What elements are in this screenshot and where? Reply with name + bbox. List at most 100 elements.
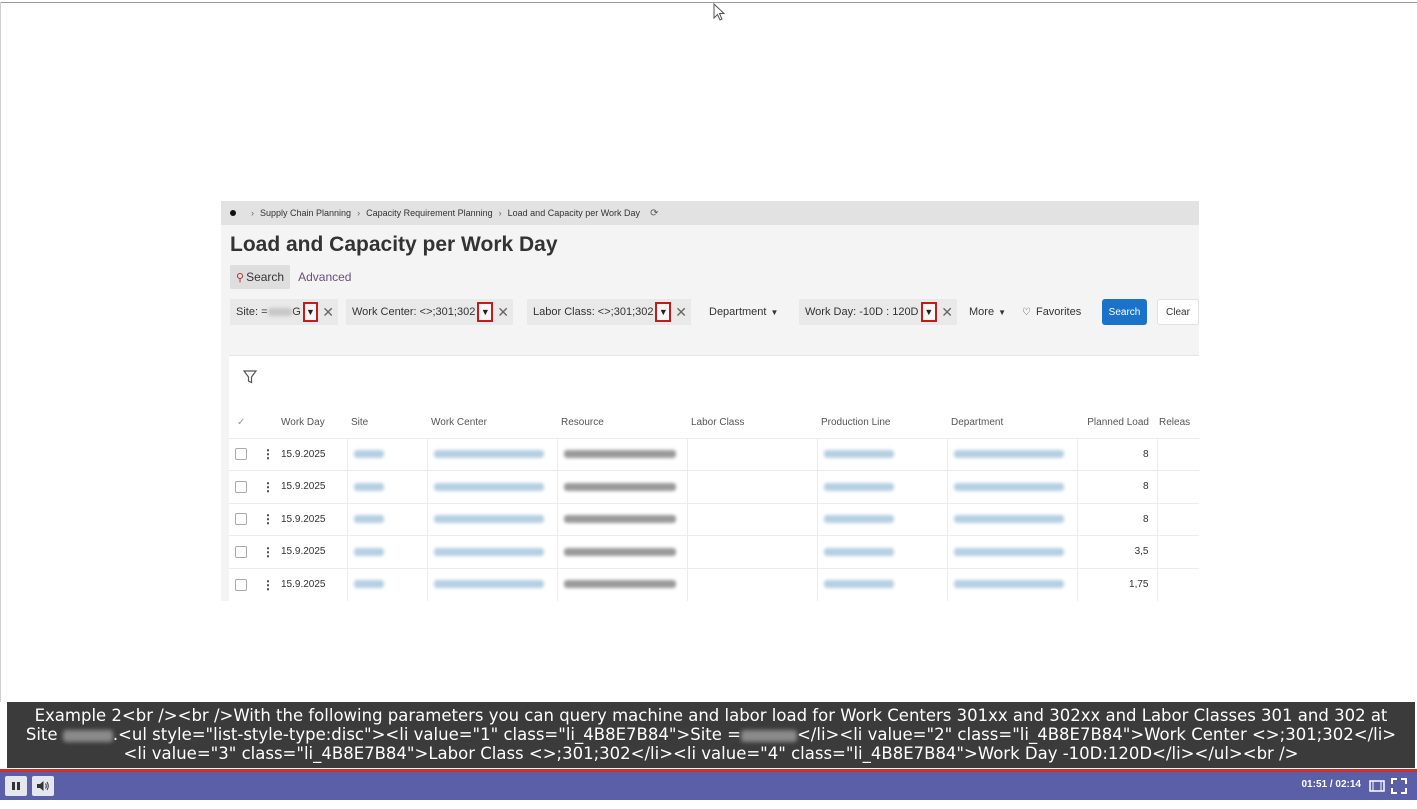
close-icon[interactable]: ✕ (322, 304, 334, 321)
redacted-work-center[interactable] (433, 482, 544, 491)
cell-work-day: 15.9.2025 (281, 567, 347, 601)
row-checkbox[interactable] (235, 545, 247, 558)
table-header: ✓ Work Day Site Work Center Resource Lab… (229, 408, 1199, 438)
redacted-work-center[interactable] (433, 580, 544, 589)
redacted-site[interactable] (353, 580, 384, 589)
volume-icon[interactable] (32, 776, 54, 796)
redacted-production-line[interactable] (823, 547, 894, 556)
row-checkbox[interactable] (235, 513, 247, 526)
redacted-site-caption (740, 729, 797, 742)
player-controls: 01:51 / 02:14 (0, 772, 1417, 800)
labor-class-dropdown-toggle[interactable]: ▼ (655, 302, 672, 322)
close-icon[interactable]: ✕ (941, 304, 953, 321)
theater-mode-icon[interactable] (1369, 778, 1385, 794)
table-row[interactable]: ⋮ 15.9.2025 8 (229, 502, 1199, 536)
work-day-dropdown-toggle[interactable]: ▼ (920, 302, 938, 322)
cell-planned-load: 8 (1076, 470, 1157, 503)
filter-icon[interactable] (243, 370, 257, 384)
video-player-page: › Supply Chain Planning › Capacity Requi… (0, 0, 1417, 809)
close-icon[interactable]: ✕ (497, 304, 509, 321)
table-row[interactable]: ⋮ 15.9.2025 8 (229, 470, 1199, 503)
column-header[interactable]: Work Day (281, 408, 347, 438)
site-dropdown-toggle[interactable]: ▼ (302, 302, 319, 322)
redacted-department[interactable] (953, 482, 1064, 491)
site-filter-chip[interactable]: Site: = G ▼ ✕ (230, 299, 338, 325)
column-header[interactable]: Labor Class (687, 408, 817, 438)
department-filter[interactable]: Department ▼ (709, 299, 778, 325)
chevron-down-icon: ▼ (924, 307, 934, 317)
chevron-down-icon: ▼ (480, 307, 490, 317)
redacted-production-line[interactable] (823, 515, 894, 524)
cell-labor-class (686, 470, 817, 503)
redacted-department[interactable] (953, 450, 1064, 459)
breadcrumb-item-current: Load and Capacity per Work Day (507, 208, 641, 218)
redacted-production-line[interactable] (823, 450, 894, 459)
more-filter[interactable]: More ▼ (969, 299, 1006, 325)
tab-advanced[interactable]: Advanced (298, 270, 351, 284)
column-header[interactable]: Production Line (817, 408, 947, 438)
breadcrumb-item-supply-chain[interactable]: Supply Chain Planning (260, 208, 351, 218)
redacted-resource (563, 482, 676, 491)
table-row[interactable]: ⋮ 15.9.2025 8 (229, 437, 1199, 471)
row-menu-icon[interactable]: ⋮ (262, 480, 274, 494)
breadcrumb-item-crp[interactable]: Capacity Requirement Planning (366, 208, 493, 218)
table-row[interactable]: ⋮ 15.9.2025 1,75 (229, 567, 1199, 601)
tab-search[interactable]: ⚲ Search (230, 265, 291, 289)
table-row[interactable]: ⋮ 15.9.2025 3,5 (229, 535, 1199, 568)
fullscreen-icon[interactable] (1391, 778, 1407, 794)
redacted-production-line[interactable] (823, 580, 894, 589)
cell-labor-class (686, 535, 817, 568)
row-menu-icon[interactable]: ⋮ (262, 545, 274, 559)
cell-labor-class (686, 437, 817, 471)
redacted-site (267, 308, 293, 316)
work-day-filter-chip[interactable]: Work Day: -10D : 120D ▼ ✕ (799, 299, 957, 325)
column-header[interactable]: Releas (1157, 408, 1199, 438)
redacted-department[interactable] (953, 515, 1064, 524)
redacted-resource (563, 515, 676, 524)
row-checkbox[interactable] (235, 578, 247, 591)
redacted-site[interactable] (353, 450, 384, 459)
row-checkbox[interactable] (235, 448, 247, 461)
close-icon[interactable]: ✕ (675, 304, 687, 321)
redacted-work-center[interactable] (433, 515, 544, 524)
redacted-work-center[interactable] (433, 547, 544, 556)
redacted-department[interactable] (953, 547, 1064, 556)
chevron-down-icon: ▼ (306, 307, 315, 317)
page-title: Load and Capacity per Work Day (230, 233, 558, 256)
work-center-filter-chip[interactable]: Work Center: <>;301;302 ▼ ✕ (346, 299, 513, 325)
favorites-button[interactable]: ♡ Favorites (1022, 299, 1081, 325)
row-menu-icon[interactable]: ⋮ (262, 578, 274, 592)
redacted-department[interactable] (953, 580, 1064, 589)
chevron-down-icon: ▼ (998, 307, 1006, 317)
clear-button[interactable]: Clear (1157, 299, 1199, 325)
row-menu-icon[interactable]: ⋮ (262, 512, 274, 526)
redacted-production-line[interactable] (823, 482, 894, 491)
cursor-icon (713, 3, 726, 21)
column-header[interactable]: Resource (557, 408, 687, 438)
select-all-checkbox[interactable]: ✓ (229, 408, 255, 438)
redacted-work-center[interactable] (433, 450, 544, 459)
column-header[interactable]: Site (347, 408, 427, 438)
redacted-site[interactable] (353, 515, 384, 524)
redacted-resource (563, 450, 676, 459)
column-header[interactable]: Planned Load (1077, 408, 1157, 438)
row-checkbox[interactable] (235, 480, 247, 493)
row-menu-icon[interactable]: ⋮ (262, 447, 274, 461)
column-header[interactable]: Department (947, 408, 1077, 438)
caption-text-2: .<ul style="list-style-type:disc"><li va… (112, 725, 741, 744)
redacted-site[interactable] (353, 547, 384, 556)
chevron-down-icon: ▼ (658, 307, 668, 317)
work-center-dropdown-toggle[interactable]: ▼ (477, 302, 494, 322)
bottom-strip (0, 800, 1417, 809)
heart-icon: ♡ (1022, 306, 1031, 318)
refresh-icon[interactable]: ⟳ (650, 208, 658, 219)
redacted-resource (563, 547, 676, 556)
top-border (0, 2, 1417, 3)
column-header[interactable]: Work Center (427, 408, 557, 438)
pause-icon[interactable] (5, 776, 27, 796)
redacted-site[interactable] (353, 482, 384, 491)
search-button[interactable]: Search (1102, 299, 1147, 325)
labor-class-filter-chip[interactable]: Labor Class: <>;301;302 ▼ ✕ (527, 299, 691, 325)
home-icon[interactable] (230, 210, 236, 216)
left-border (0, 2, 1, 702)
